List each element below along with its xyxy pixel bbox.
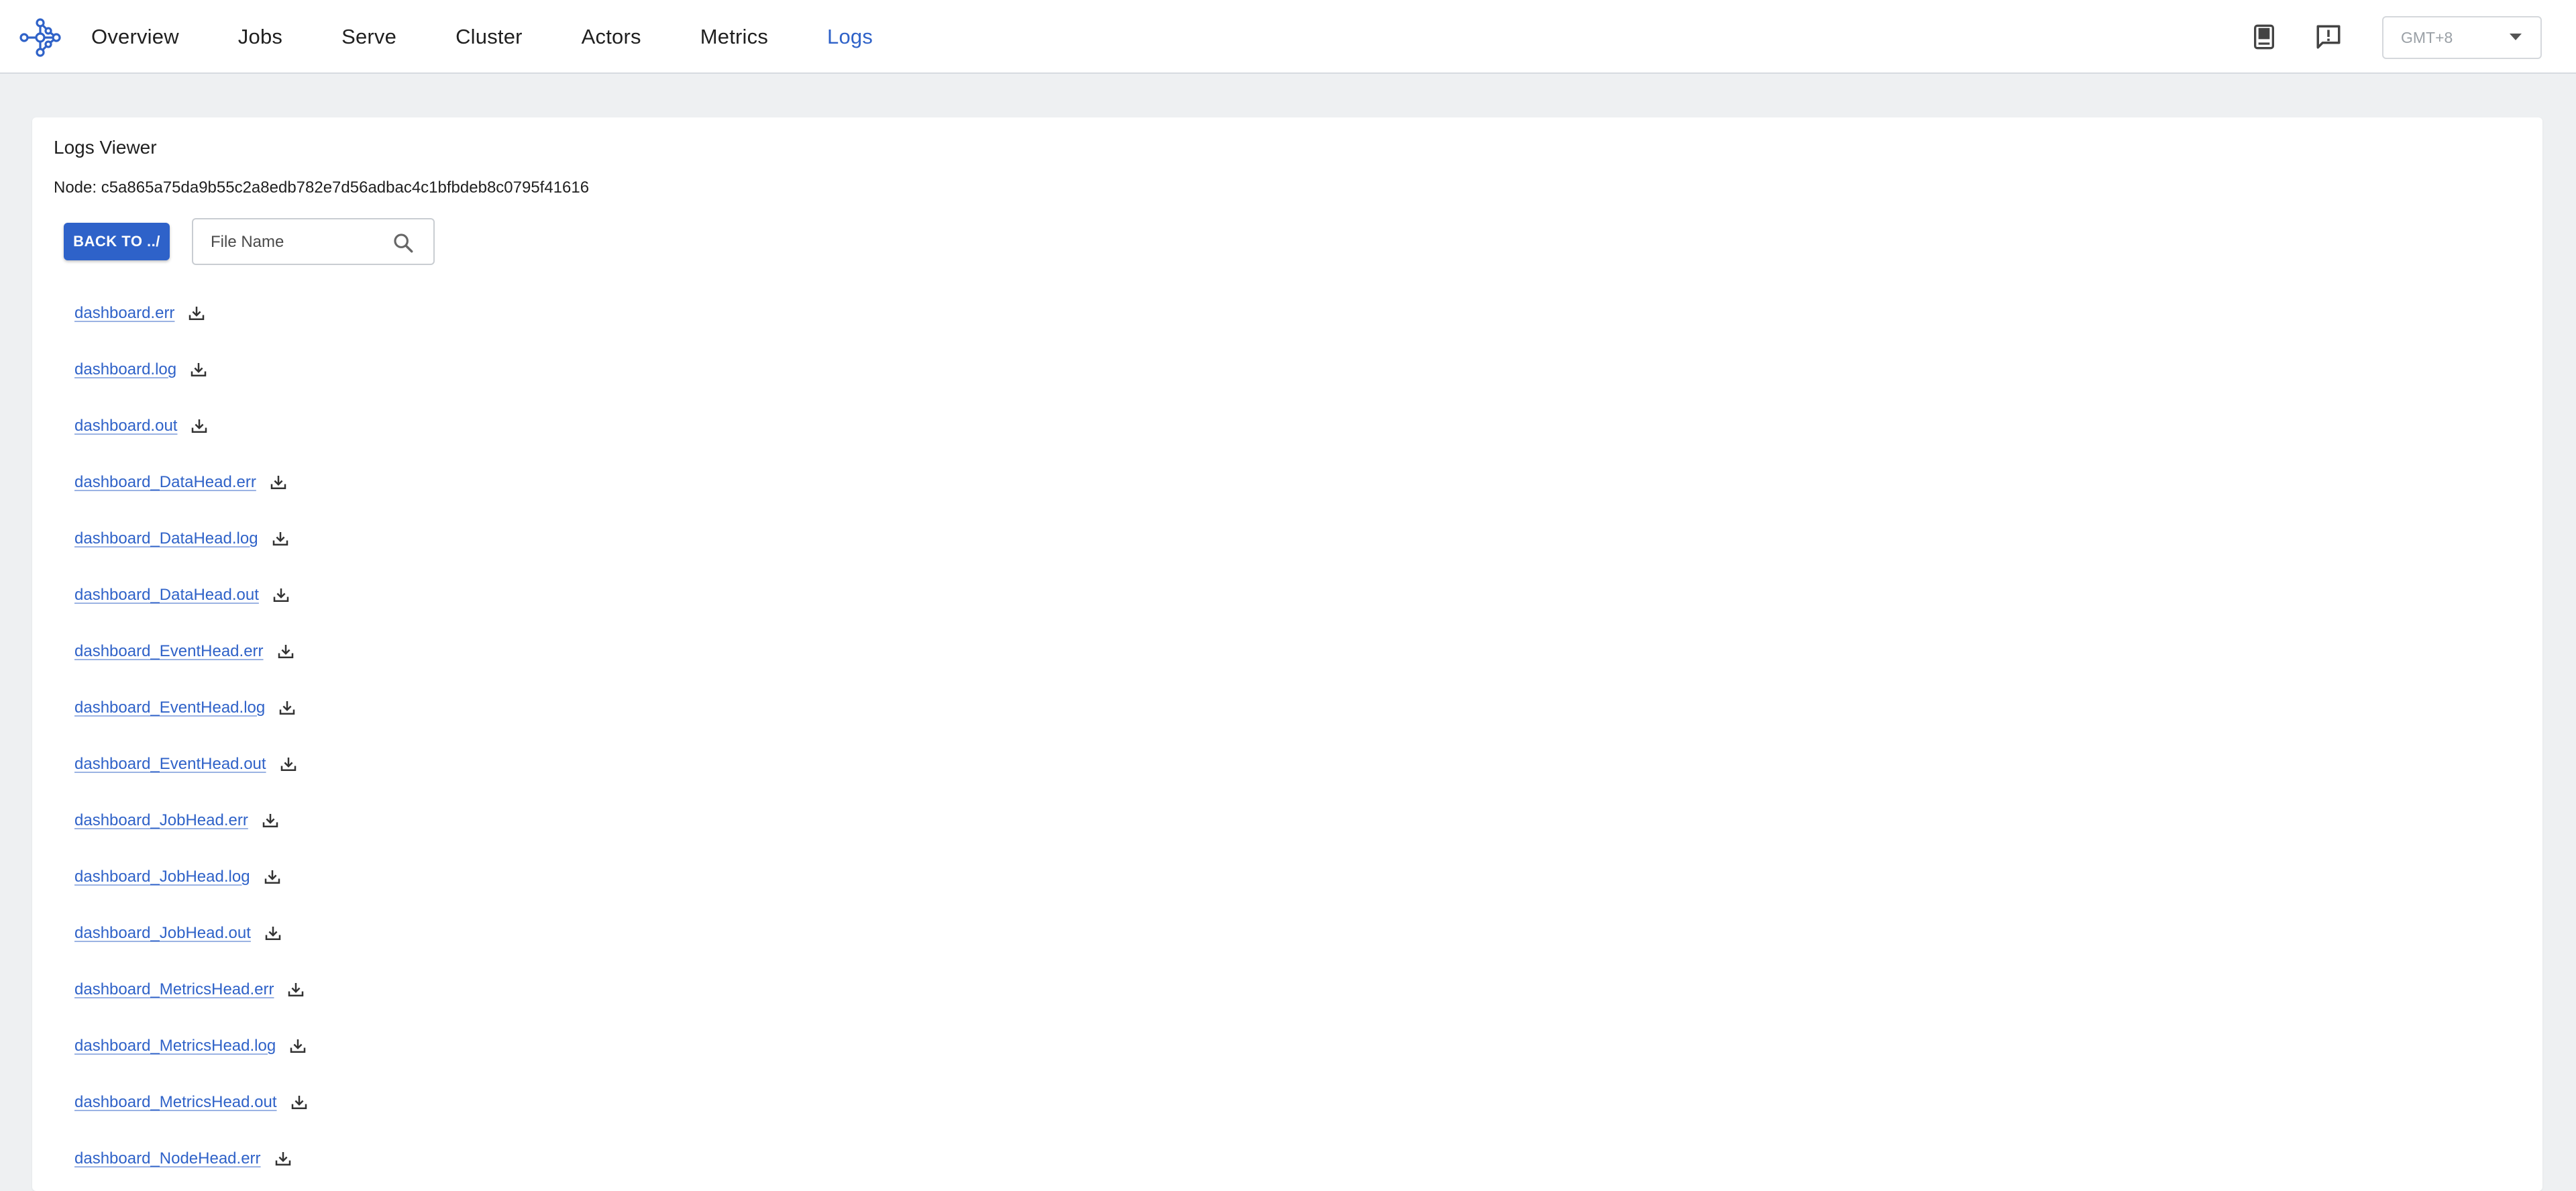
list-item: dashboard_NodeHead.err [74, 1131, 309, 1187]
ray-logo-icon[interactable] [19, 16, 62, 59]
log-file-link[interactable]: dashboard_DataHead.err [74, 473, 256, 492]
nav-actors[interactable]: Actors [582, 25, 641, 49]
log-file-link[interactable]: dashboard_JobHead.err [74, 811, 248, 830]
page-title: Logs Viewer [54, 137, 157, 158]
nav-serve[interactable]: Serve [341, 25, 396, 49]
download-icon[interactable] [271, 585, 291, 605]
top-nav-bar: Overview Jobs Serve Cluster Actors Metri… [0, 0, 2576, 74]
feedback-icon[interactable] [2312, 20, 2345, 54]
nav-overview[interactable]: Overview [91, 25, 179, 49]
nav-metrics[interactable]: Metrics [700, 25, 768, 49]
download-icon[interactable] [286, 980, 306, 1000]
main-nav: Overview Jobs Serve Cluster Actors Metri… [91, 0, 932, 74]
log-file-link[interactable]: dashboard_EventHead.log [74, 698, 265, 717]
list-item: dashboard_DataHead.out [74, 567, 309, 623]
chevron-down-icon [2510, 34, 2522, 40]
nav-logs[interactable]: Logs [827, 25, 873, 49]
download-icon[interactable] [260, 811, 280, 831]
list-item: dashboard_MetricsHead.out [74, 1074, 309, 1131]
list-item: dashboard.out [74, 398, 309, 454]
file-search-field[interactable] [192, 218, 435, 265]
log-file-link[interactable]: dashboard.log [74, 360, 176, 379]
log-file-link[interactable]: dashboard.out [74, 417, 177, 435]
list-item: dashboard.log [74, 342, 309, 398]
download-icon[interactable] [276, 641, 296, 662]
list-item: dashboard_JobHead.log [74, 849, 309, 905]
logs-card: Logs Viewer Node: c5a865a75da9b55c2a8edb… [32, 117, 2542, 1191]
log-file-link[interactable]: dashboard_MetricsHead.log [74, 1037, 276, 1055]
log-file-link[interactable]: dashboard_EventHead.out [74, 755, 266, 774]
download-icon[interactable] [277, 698, 297, 718]
search-icon[interactable] [392, 231, 415, 254]
log-file-link[interactable]: dashboard_DataHead.log [74, 529, 258, 548]
download-icon[interactable] [270, 529, 290, 549]
docs-book-icon[interactable] [2247, 20, 2281, 54]
download-icon[interactable] [278, 754, 299, 774]
list-item: dashboard_EventHead.err [74, 623, 309, 680]
list-item: dashboard_MetricsHead.err [74, 962, 309, 1018]
log-file-link[interactable]: dashboard.err [74, 304, 174, 323]
file-search-input[interactable] [209, 219, 386, 265]
download-icon[interactable] [189, 360, 209, 380]
download-icon[interactable] [263, 923, 283, 943]
nav-cluster[interactable]: Cluster [455, 25, 523, 49]
list-item: dashboard_JobHead.err [74, 792, 309, 849]
list-item: dashboard_EventHead.log [74, 680, 309, 736]
list-item: dashboard_EventHead.out [74, 736, 309, 792]
log-file-list: dashboard.err dashboard.log dashboard.ou… [74, 285, 309, 1187]
list-item: dashboard_MetricsHead.log [74, 1018, 309, 1074]
download-icon[interactable] [186, 303, 207, 323]
download-icon[interactable] [262, 867, 282, 887]
nav-jobs[interactable]: Jobs [238, 25, 282, 49]
node-id-label: Node: c5a865a75da9b55c2a8edb782e7d56adba… [54, 178, 590, 197]
log-file-link[interactable]: dashboard_JobHead.log [74, 868, 250, 886]
timezone-value: GMT+8 [2401, 28, 2453, 46]
list-item: dashboard_DataHead.err [74, 454, 309, 511]
download-icon[interactable] [289, 1092, 309, 1112]
list-item: dashboard_DataHead.log [74, 511, 309, 567]
download-icon[interactable] [273, 1149, 293, 1169]
download-icon[interactable] [268, 472, 288, 493]
back-button[interactable]: BACK TO ../ [64, 223, 170, 260]
log-file-link[interactable]: dashboard_MetricsHead.err [74, 980, 274, 999]
log-file-link[interactable]: dashboard_JobHead.out [74, 924, 251, 943]
log-file-link[interactable]: dashboard_EventHead.err [74, 642, 264, 661]
download-icon[interactable] [288, 1036, 308, 1056]
log-file-link[interactable]: dashboard_DataHead.out [74, 586, 259, 605]
timezone-select[interactable]: GMT+8 [2382, 16, 2542, 59]
list-item: dashboard_JobHead.out [74, 905, 309, 962]
list-item: dashboard.err [74, 285, 309, 342]
log-file-link[interactable]: dashboard_NodeHead.err [74, 1149, 261, 1168]
log-file-link[interactable]: dashboard_MetricsHead.out [74, 1093, 277, 1112]
download-icon[interactable] [189, 416, 209, 436]
